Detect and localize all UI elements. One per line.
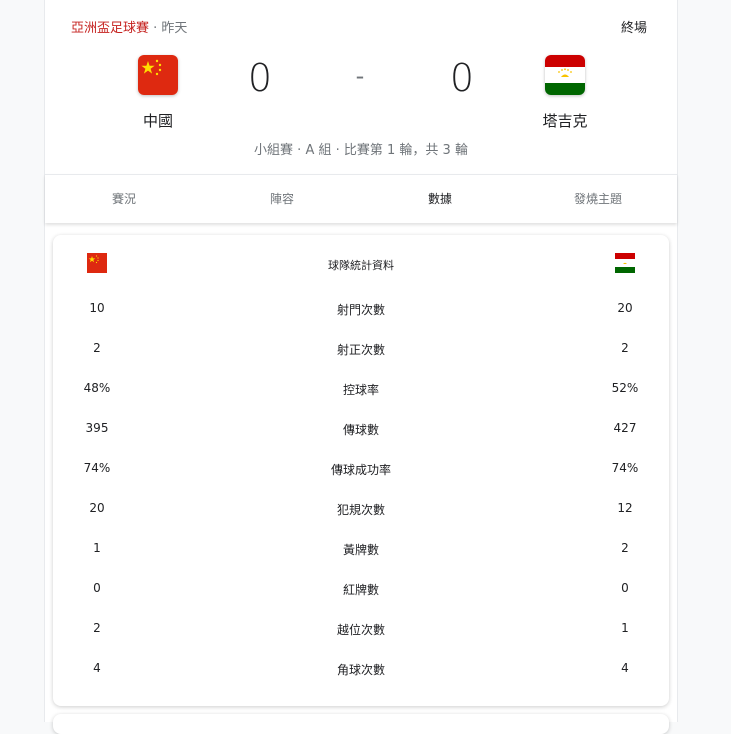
stat-row: 0 紅牌數 0 [53, 581, 669, 601]
away-stat-value: 52% [611, 381, 639, 395]
match-card: 亞洲盃足球賽 · 昨天 終場 中國 0 - 0 塔吉克 小組賽 · A 組 · … [44, 0, 678, 734]
away-stat-value: 1 [621, 621, 629, 635]
stat-label: 黃牌數 [342, 543, 379, 557]
away-stat-value: 74% [611, 461, 639, 475]
header-separator: · [149, 21, 162, 36]
score-separator: - [355, 62, 365, 90]
tab-lineups[interactable]: 陣容 [203, 175, 361, 223]
stat-label: 控球率 [342, 383, 379, 397]
round-info: 小組賽 · A 組 · 比賽第 1 輪，共 3 輪 [254, 143, 468, 158]
stat-row: 20 犯規次數 12 [53, 501, 669, 521]
stat-label: 紅牌數 [342, 583, 379, 597]
away-stat-value: 0 [621, 581, 629, 595]
away-score: 0 [449, 56, 475, 100]
match-status: 終場 [620, 21, 647, 36]
match-header: 亞洲盃足球賽 · 昨天 [71, 17, 187, 36]
match-tabs: 賽況 陣容 數據 發燒主題 [45, 174, 677, 223]
stat-row: 2 越位次數 1 [53, 621, 669, 641]
stat-row: 10 射門次數 20 [53, 301, 669, 321]
away-stat-value: 2 [621, 341, 629, 355]
match-date: 昨天 [161, 21, 188, 36]
tajikistan-flag-icon[interactable] [545, 55, 585, 95]
away-stat-value: 4 [621, 661, 629, 675]
stat-row: 48% 控球率 52% [53, 381, 669, 401]
away-stat-value: 2 [621, 541, 629, 555]
away-stat-value: 427 [613, 421, 637, 435]
stat-label: 射門次數 [336, 303, 385, 317]
next-section-card [53, 714, 669, 734]
tab-stats[interactable]: 數據 [361, 175, 519, 223]
tab-summary[interactable]: 賽況 [45, 175, 203, 223]
home-score: 0 [247, 56, 273, 100]
tab-trending[interactable]: 發燒主題 [519, 175, 677, 223]
away-stat-value: 12 [617, 501, 633, 515]
stat-label: 傳球數 [342, 423, 379, 437]
away-team-name[interactable]: 塔吉克 [525, 110, 605, 131]
stat-row: 4 角球次數 4 [53, 661, 669, 681]
home-team-name[interactable]: 中國 [118, 110, 198, 131]
team-stats-card: 球隊統計資料 10 射門次數 20 2 射正次數 2 48% 控球率 52% 3… [53, 235, 669, 706]
stat-label: 傳球成功率 [330, 463, 391, 477]
china-flag-icon[interactable] [138, 55, 178, 95]
stat-row: 74% 傳球成功率 74% [53, 461, 669, 481]
stat-row: 1 黃牌數 2 [53, 541, 669, 561]
stat-label: 射正次數 [336, 343, 385, 357]
tajikistan-flag-icon [615, 253, 635, 273]
stat-label: 犯規次數 [336, 503, 385, 517]
league-link[interactable]: 亞洲盃足球賽 [71, 21, 149, 36]
stats-title: 球隊統計資料 [328, 259, 394, 272]
stat-row: 2 射正次數 2 [53, 341, 669, 361]
stat-row: 395 傳球數 427 [53, 421, 669, 441]
away-stat-value: 20 [617, 301, 633, 315]
stat-label: 越位次數 [336, 623, 385, 637]
stat-label: 角球次數 [336, 663, 385, 677]
